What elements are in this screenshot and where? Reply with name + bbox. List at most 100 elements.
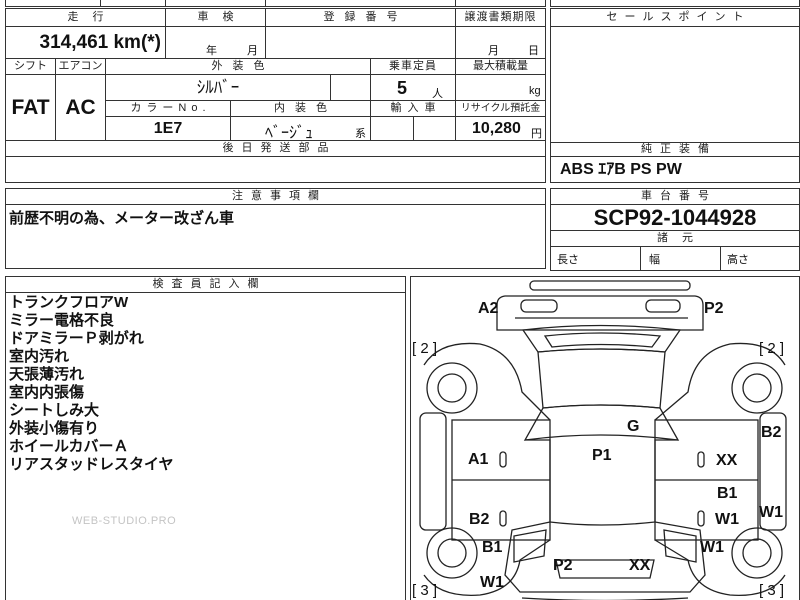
max-load-unit: kg [529,85,541,97]
color-code-header: カラーNo. [105,100,231,117]
list-item: 室内内張傷 [9,384,85,401]
seating-capacity-value: 5 [397,78,408,98]
damage-mark: XX [716,452,738,469]
list-item: 室内汚れ [9,348,70,365]
damage-mark: B2 [469,511,490,528]
list-item: ミラー電格不良 [9,312,115,329]
damage-mark: W1 [715,511,739,528]
top-strip-cell [165,0,266,7]
damage-mark: P1 [592,447,612,464]
panel-count-front-right: [ 3 ] [759,582,785,599]
genuine-equipment-value: ABS ｴｱB PS PW [550,156,800,183]
recycling-deposit-value: 10,280 [472,120,521,137]
caution-notes-value: 前歴不明の為、メーター改ざん車 [5,204,546,269]
top-strip-cell [550,0,800,7]
damage-mark: W1 [480,574,504,591]
inspection-value-cell: 年 月 [165,26,266,59]
left-rear-door-handle [499,451,507,468]
transfer-deadline-header: 譲渡書類期限 [455,8,546,27]
list-item: リアスタッドレスタイヤ [9,456,174,473]
sales-points-header: セールスポイント [550,8,800,27]
panel-count-rear-right: [ 2 ] [759,340,785,357]
inspection-header: 車検 [165,8,266,27]
left-sill-shape [419,412,447,531]
exterior-color-value: ｼﾙﾊﾞｰ [105,74,331,101]
shift-header: シフト [5,58,56,75]
chassis-number-value: SCP92-1044928 [550,204,800,231]
list-item: シートしみ大 [9,402,100,419]
aircon-value: AC [55,74,106,141]
damage-mark: W1 [759,504,783,521]
damage-mark: B1 [717,485,738,502]
damage-mark: P2 [553,557,573,574]
damage-mark: B1 [482,539,503,556]
max-load-header: 最大積載量 [455,58,546,75]
seating-capacity-unit: 人 [432,88,443,100]
damage-mark: P2 [704,300,724,317]
interior-color-header: 内装色 [230,100,371,117]
top-strip-cell [100,0,166,7]
right-front-door-handle [697,510,705,527]
recycling-deposit-value-cell: 10,280 円 [455,116,546,141]
wheel-left-rear [426,362,478,414]
transfer-day-unit: 日 [528,45,539,57]
inspector-notes-list: トランクフロアW ミラー電格不良 ドアミラーＰ剥がれ 室内汚れ 天張薄汚れ 室内… [6,293,405,474]
exterior-color-header: 外装色 [105,58,371,75]
wheel-left-front-hub [437,538,467,568]
recycling-deposit-header: リサイクル預託金 [455,100,546,117]
damage-mark: A1 [468,451,489,468]
rear-bumper-shape [529,280,691,291]
imported-car-cell-b [413,116,456,141]
panel-count-front-left: [ 3 ] [412,582,438,599]
recycling-deposit-unit: 円 [531,128,542,140]
parts-sent-later-header: 後日発送部品 [5,140,546,157]
auction-sheet: 走行 車検 登録番号 譲渡書類期限 314,461 km(*) 年 月 月 日 … [0,0,800,600]
parts-sent-later-value [5,156,546,183]
damage-mark: B2 [761,424,782,441]
rear-window-inner [543,332,662,348]
headlight-right-shape [663,529,697,563]
inspector-notes-box: トランクフロアW ミラー電格不良 ドアミラーＰ剥がれ 室内汚れ 天張薄汚れ 室内… [5,292,406,600]
inspection-year-unit: 年 [206,45,217,57]
shift-value: FAT [5,74,56,141]
top-strip-cell [265,0,456,7]
spec-width-cell: 幅 [640,246,721,271]
imported-car-header: 輸入車 [370,100,456,117]
right-rear-door-handle [697,451,705,468]
tail-lamp-right-shape [645,299,681,313]
wheel-right-front [731,527,783,579]
interior-color-value-cell: ﾍﾞｰｼﾞｭ 系 [230,116,371,142]
wheel-left-rear-hub [437,373,467,403]
spec-height-cell: 高さ [720,246,800,271]
registration-number-header: 登録番号 [265,8,456,27]
tail-lamp-left-shape [520,299,558,313]
list-item: 天張薄汚れ [9,366,85,383]
damage-mark: XX [629,557,651,574]
color-code-value: 1E7 [105,116,231,141]
mileage-header: 走行 [5,8,166,27]
seating-capacity-header: 乗車定員 [370,58,456,75]
damage-mark: A2 [478,300,499,317]
top-strip-cell [5,0,101,7]
imported-car-cell-a [370,116,414,141]
wheel-right-front-hub [742,538,772,568]
list-item: トランクフロアW [9,294,129,311]
watermark: WEB-STUDIO.PRO [72,515,177,527]
sales-points-value [550,26,800,143]
roof-shape [537,348,666,409]
exterior-color-extra-cell [330,74,371,101]
spec-length-cell: 長さ [550,246,641,271]
car-diagram [419,280,787,600]
inspector-notes-header: 検査員記入欄 [5,276,406,293]
interior-color-suffix: 系 [355,128,366,140]
genuine-equipment-header: 純正装備 [550,142,800,157]
top-strip-cell [455,0,546,7]
caution-notes-header: 注意事項欄 [5,188,546,205]
inspection-month-unit: 月 [247,45,258,57]
max-load-value-cell: kg [455,74,546,101]
wheel-right-rear-hub [742,373,772,403]
left-rear-fender [423,342,551,421]
list-item: ドアミラーＰ剥がれ [9,330,144,347]
wheel-right-rear [731,362,783,414]
list-item: 外装小傷有り [9,420,100,437]
